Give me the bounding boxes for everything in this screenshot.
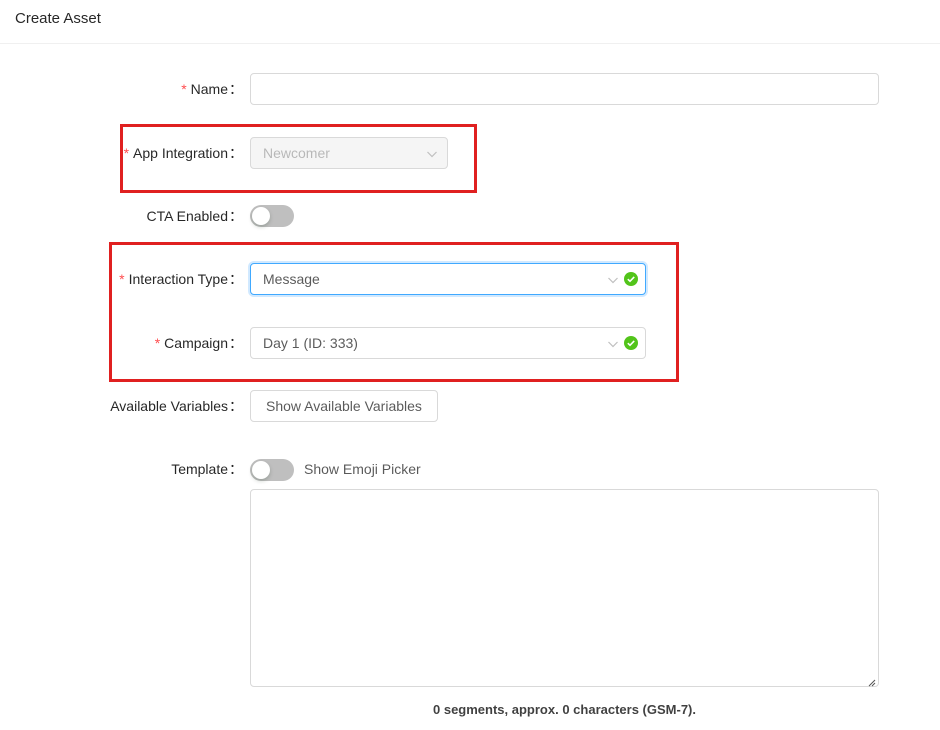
highlight-box-interaction-campaign bbox=[109, 242, 679, 382]
create-asset-page: Create Asset * Name： * App Integration： Ne… bbox=[0, 0, 940, 730]
emoji-picker-label: Show Emoji Picker bbox=[304, 461, 421, 477]
show-available-variables-button[interactable]: Show Available Variables bbox=[250, 390, 438, 422]
cta-enabled-switch[interactable] bbox=[250, 205, 294, 227]
highlight-box-app-integration bbox=[120, 124, 477, 193]
template-label: Template： bbox=[171, 461, 243, 477]
switch-knob bbox=[252, 461, 270, 479]
available-variables-label: Available Variables： bbox=[110, 398, 243, 414]
emoji-picker-switch[interactable] bbox=[250, 459, 294, 481]
page-title: Create Asset bbox=[15, 10, 101, 27]
required-marker: * bbox=[181, 81, 187, 97]
switch-knob bbox=[252, 207, 270, 225]
segment-info: 0 segments, approx. 0 characters (GSM-7)… bbox=[433, 702, 696, 717]
resize-grip-icon[interactable] bbox=[866, 674, 876, 687]
name-label: * Name： bbox=[181, 81, 243, 97]
name-input[interactable] bbox=[250, 73, 879, 105]
cta-enabled-label: CTA Enabled： bbox=[146, 208, 243, 224]
template-textarea[interactable] bbox=[250, 489, 879, 687]
page-header: Create Asset bbox=[0, 0, 940, 44]
